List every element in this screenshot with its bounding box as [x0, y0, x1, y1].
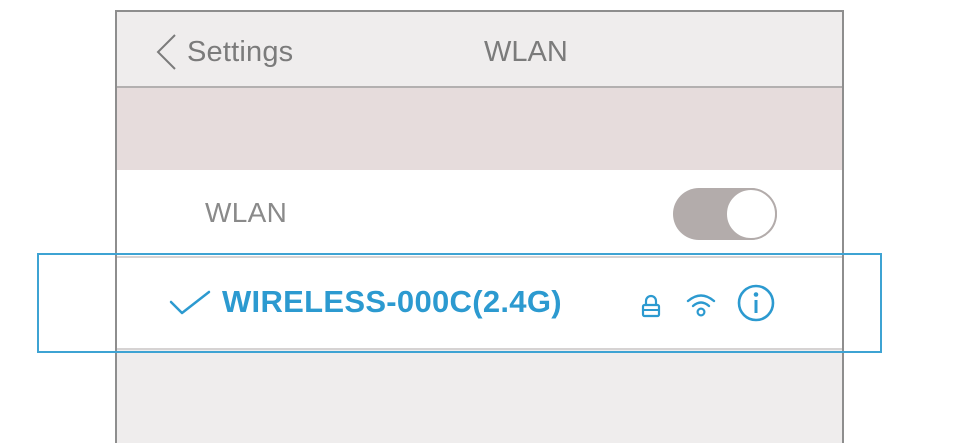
phone-frame: Settings WLAN WLAN WIRELESS-000C(2.4G) — [115, 10, 844, 443]
info-icon[interactable] — [736, 283, 776, 328]
screen: Settings WLAN WLAN WIRELESS-000C(2.4G) — [0, 0, 974, 443]
chevron-left-icon — [155, 33, 177, 71]
wlan-toggle-row: WLAN — [117, 170, 842, 258]
lock-icon — [640, 294, 662, 323]
wlan-toggle-switch[interactable] — [673, 188, 777, 240]
back-label: Settings — [187, 35, 294, 68]
wifi-signal-icon — [685, 291, 717, 324]
back-button[interactable]: Settings — [155, 34, 293, 70]
navigation-bar: Settings WLAN — [117, 12, 842, 88]
network-row-connected[interactable]: WIRELESS-000C(2.4G) — [117, 258, 842, 350]
network-name: WIRELESS-000C(2.4G) — [222, 284, 562, 319]
section-header-band — [117, 88, 842, 170]
toggle-knob — [725, 188, 777, 240]
wlan-label: WLAN — [205, 197, 288, 228]
checkmark-icon — [169, 290, 211, 321]
page-title: WLAN — [484, 36, 568, 68]
